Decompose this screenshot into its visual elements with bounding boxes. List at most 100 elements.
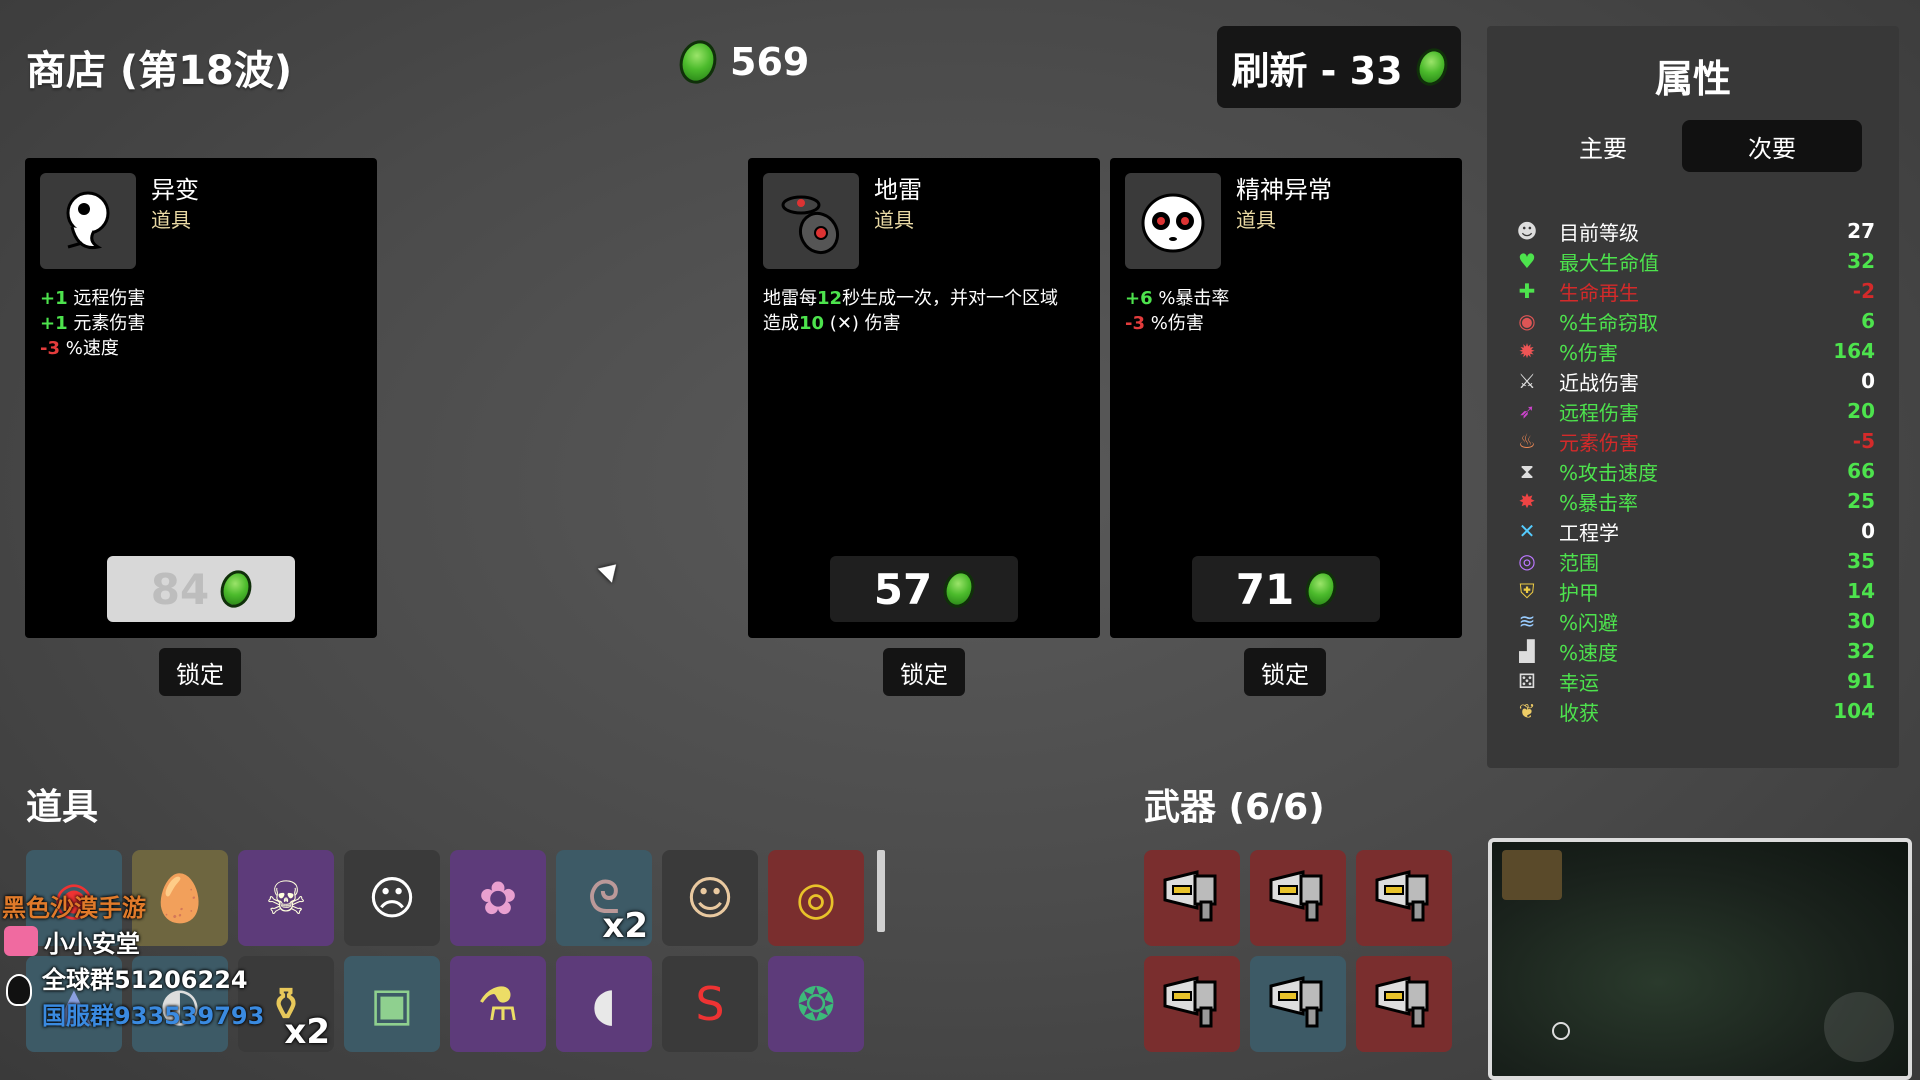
dice-icon: ⚄ bbox=[1518, 669, 1536, 693]
item-slot[interactable]: ▣ bbox=[344, 956, 440, 1052]
stat-value: 32 bbox=[1847, 639, 1875, 663]
stat-row[interactable]: ☻ 目前等级 27 bbox=[1513, 216, 1875, 246]
lock-button-2[interactable]: 锁定 bbox=[883, 648, 965, 696]
crit-icon: ✸ bbox=[1518, 489, 1536, 513]
stat-value: -2 bbox=[1852, 279, 1875, 303]
stat-label: 幸运 bbox=[1559, 670, 1599, 695]
shop-card-mutation[interactable]: 异变 道具 +1 远程伤害 +1 元素伤害 -3 %速度 84 bbox=[25, 158, 377, 638]
item-slot[interactable]: ✿ bbox=[450, 850, 546, 946]
price-value: 71 bbox=[1235, 564, 1295, 614]
megaphone-gun-icon bbox=[1263, 972, 1333, 1036]
tab-secondary[interactable]: 次要 bbox=[1682, 120, 1862, 172]
stat-row[interactable]: ❦ 收获 104 bbox=[1513, 696, 1875, 726]
stat-row[interactable]: ✹ %伤害 164 bbox=[1513, 336, 1875, 366]
item-slot[interactable]: ⚗ bbox=[450, 956, 546, 1052]
buy-price-button[interactable]: 71 bbox=[1192, 556, 1380, 622]
turret-icon: ▣ bbox=[370, 977, 414, 1031]
item-slot[interactable]: ☺ bbox=[662, 850, 758, 946]
stat-label: 护甲 bbox=[1559, 580, 1599, 605]
lock-button-1[interactable]: 锁定 bbox=[159, 648, 241, 696]
joystick-icon bbox=[1552, 1022, 1570, 1040]
hourglass-icon: ⧗ bbox=[1519, 459, 1535, 483]
stat-value: 25 bbox=[1847, 489, 1875, 513]
stat-row[interactable]: ⚔ 近战伤害 0 bbox=[1513, 366, 1875, 396]
reroll-label: 刷新 - 33 bbox=[1231, 48, 1403, 93]
reroll-button[interactable]: 刷新 - 33 bbox=[1217, 26, 1461, 108]
item-slot[interactable]: ☠ bbox=[238, 850, 334, 946]
stat-row[interactable]: ◉ %生命窃取 6 bbox=[1513, 306, 1875, 336]
stat-row[interactable]: ♥ 最大生命值 32 bbox=[1513, 246, 1875, 276]
megaphone-gun-icon bbox=[1369, 972, 1439, 1036]
weapon-slot[interactable] bbox=[1250, 956, 1346, 1052]
weapon-slot[interactable] bbox=[1356, 850, 1452, 946]
stat-value: 30 bbox=[1847, 609, 1875, 633]
buy-price-button[interactable]: 57 bbox=[830, 556, 1018, 622]
stat-row[interactable]: ⛨ 护甲 14 bbox=[1513, 576, 1876, 606]
material-coin-icon bbox=[939, 566, 980, 612]
stat-line: +1 远程伤害 bbox=[40, 288, 146, 309]
card-type: 道具 bbox=[151, 208, 191, 232]
stat-row[interactable]: ◎ 范围 35 bbox=[1513, 546, 1875, 576]
item-slot[interactable]: ᘓ x2 bbox=[556, 850, 652, 946]
gold-coin-icon: ◎ bbox=[795, 871, 837, 925]
weapon-slot[interactable] bbox=[1250, 850, 1346, 946]
skill-wheel-icon bbox=[1824, 992, 1894, 1062]
range-icon: ◎ bbox=[1518, 549, 1536, 573]
shop-title: 商店 (第18波) bbox=[26, 48, 293, 94]
stat-value: 6 bbox=[1861, 309, 1875, 333]
stat-row[interactable]: ≋ %闪避 30 bbox=[1513, 606, 1875, 636]
tab-primary[interactable]: 主要 bbox=[1513, 120, 1693, 172]
stat-row[interactable]: ▟ %速度 32 bbox=[1513, 636, 1875, 666]
weapon-slot[interactable] bbox=[1356, 956, 1452, 1052]
stat-label: %闪避 bbox=[1559, 610, 1619, 635]
dodge-icon: ≋ bbox=[1518, 609, 1536, 633]
price-value: 84 bbox=[150, 564, 210, 614]
landmine-icon bbox=[763, 173, 859, 269]
stat-value: 27 bbox=[1847, 219, 1875, 243]
stat-label: 工程学 bbox=[1559, 520, 1619, 545]
megaphone-gun-icon bbox=[1369, 866, 1439, 930]
buy-price-button[interactable]: 84 bbox=[107, 556, 295, 622]
stat-line: +1 元素伤害 bbox=[40, 313, 146, 334]
items-scrollbar[interactable] bbox=[877, 850, 885, 932]
item-slot[interactable]: S bbox=[662, 956, 758, 1052]
price-value: 57 bbox=[873, 564, 933, 614]
ghost-creature-icon bbox=[40, 173, 136, 269]
overlay-streamer-name: 小小安堂 bbox=[44, 930, 140, 958]
stat-row[interactable]: ✸ %暴击率 25 bbox=[1513, 486, 1875, 516]
stat-row[interactable]: ⚄ 幸运 91 bbox=[1513, 666, 1875, 696]
stat-label: 范围 bbox=[1559, 550, 1599, 575]
mouse-icon: ◖ bbox=[591, 977, 617, 1031]
stat-row[interactable]: ✕ 工程学 0 bbox=[1513, 516, 1875, 546]
stat-label: 收获 bbox=[1559, 700, 1599, 725]
card-description: +6 %暴击率 -3 %伤害 bbox=[1125, 286, 1448, 336]
damage-icon: ✹ bbox=[1518, 339, 1536, 363]
stat-label: 元素伤害 bbox=[1559, 430, 1639, 455]
stat-value: 91 bbox=[1847, 669, 1875, 693]
stat-label: 生命再生 bbox=[1559, 280, 1639, 305]
running-creature-icon: ☠ bbox=[265, 871, 307, 925]
lock-button-3[interactable]: 锁定 bbox=[1244, 648, 1326, 696]
stat-line: -3 %速度 bbox=[40, 338, 119, 359]
shop-card-landmine[interactable]: 地雷 道具 地雷每12秒生成一次，并对一个区域 造成10 (✕) 伤害 57 bbox=[748, 158, 1100, 638]
stat-value: 66 bbox=[1847, 459, 1875, 483]
item-slot[interactable]: ◖ bbox=[556, 956, 652, 1052]
stat-row[interactable]: ✚ 生命再生 -2 bbox=[1513, 276, 1875, 306]
item-slot[interactable]: ◎ bbox=[768, 850, 864, 946]
gold-amount: 569 bbox=[730, 40, 810, 84]
overlay-channel-name: 黑色沙漠手游 bbox=[2, 894, 146, 922]
card-type: 道具 bbox=[874, 208, 914, 232]
regen-icon: ✚ bbox=[1518, 279, 1536, 303]
item-slot[interactable]: ❂ bbox=[768, 956, 864, 1052]
stat-row[interactable]: ➶ 远程伤害 20 bbox=[1513, 396, 1875, 426]
shop-card-psychosis[interactable]: 精神异常 道具 +6 %暴击率 -3 %伤害 71 bbox=[1110, 158, 1462, 638]
stat-row[interactable]: ♨ 元素伤害 -5 bbox=[1513, 426, 1875, 456]
weapon-slot[interactable] bbox=[1144, 850, 1240, 946]
engineering-icon: ✕ bbox=[836, 313, 852, 334]
weapon-slot[interactable] bbox=[1144, 956, 1240, 1052]
egg-icon: 🥚 bbox=[151, 870, 209, 925]
item-slot[interactable]: ☹ bbox=[344, 850, 440, 946]
card-name: 精神异常 bbox=[1236, 176, 1332, 204]
item-slot[interactable]: 🥚 bbox=[132, 850, 228, 946]
stat-row[interactable]: ⧗ %攻击速度 66 bbox=[1513, 456, 1875, 486]
